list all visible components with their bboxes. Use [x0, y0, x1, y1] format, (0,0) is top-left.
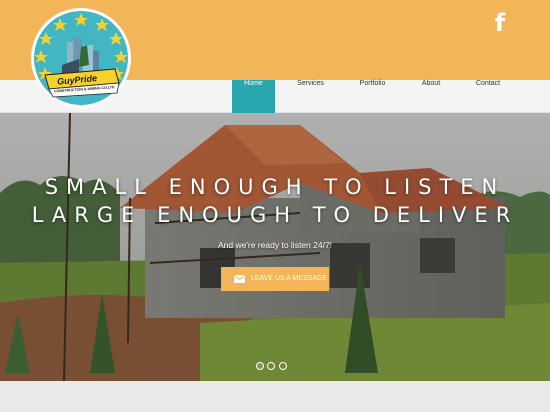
leave-message-button[interactable]: LEAVE US A MESSAGE — [221, 267, 329, 291]
nav-contact[interactable]: Contact — [468, 80, 508, 113]
slider-dot-2[interactable] — [267, 362, 275, 370]
leave-message-label: LEAVE US A MESSAGE — [251, 275, 328, 282]
hero-headline-line1: SMALL ENOUGH TO LISTEN — [44, 175, 506, 199]
nav-portfolio[interactable]: Portfolio — [350, 80, 395, 113]
nav-services[interactable]: Services — [288, 80, 333, 113]
nav-home[interactable]: Home — [232, 80, 275, 113]
slider-dot-3[interactable] — [279, 362, 287, 370]
brand-logo[interactable]: GuyPride CONSTRUCTION & MINING CO.LTD — [27, 7, 135, 109]
hero-tagline: And we're ready to listen 24/7! — [217, 240, 333, 250]
below-hero-section — [0, 381, 550, 412]
slider-dot-1[interactable] — [256, 362, 264, 370]
facebook-icon[interactable]: f — [490, 10, 510, 36]
hero-slider: SMALL ENOUGH TO LISTEN LARGE ENOUGH TO D… — [0, 113, 550, 381]
nav-about[interactable]: About — [412, 80, 450, 113]
envelope-icon — [234, 275, 245, 283]
hero-headline-line2: LARGE ENOUGH TO DELIVER — [31, 203, 519, 227]
